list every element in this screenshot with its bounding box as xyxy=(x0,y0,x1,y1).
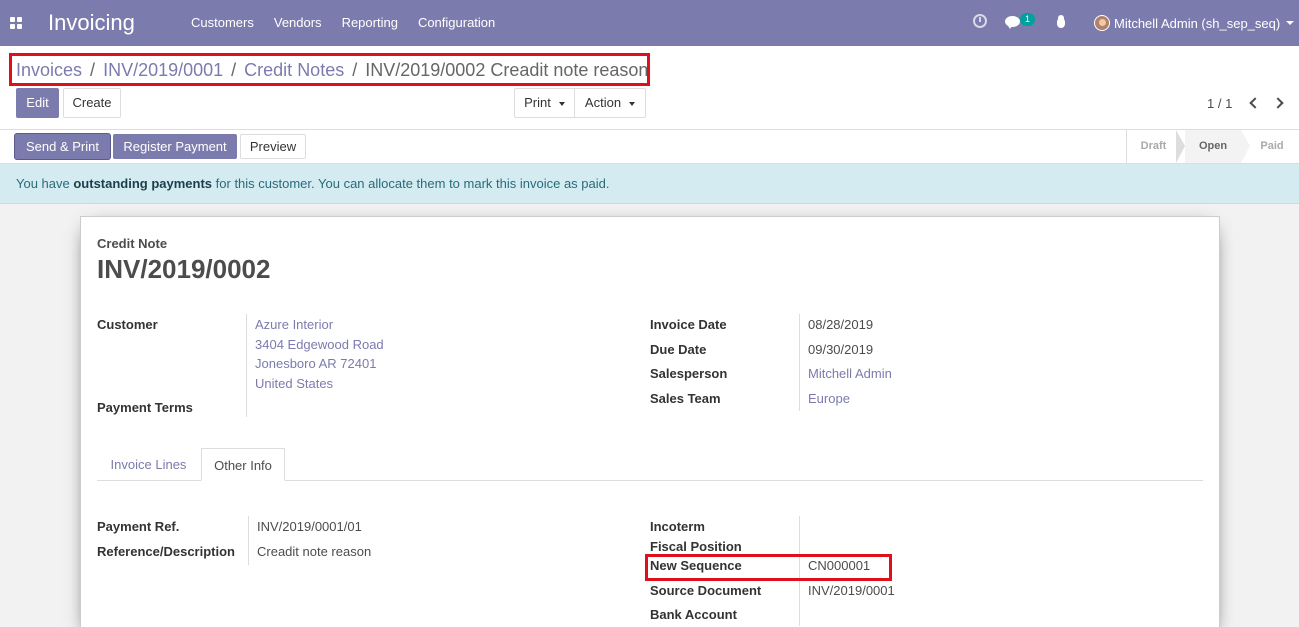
alert-bold: outstanding payments xyxy=(73,176,213,191)
salesperson-label: Salesperson xyxy=(650,366,728,381)
status-stage-paid[interactable]: Paid xyxy=(1250,130,1294,163)
send-print-button[interactable]: Send & Print xyxy=(15,134,110,159)
invoice-date-value: 08/28/2019 xyxy=(808,317,874,332)
menu-reporting[interactable]: Reporting xyxy=(342,15,398,30)
action-label: Action xyxy=(584,95,622,110)
customer-address-line2[interactable]: Jonesboro AR 72401 xyxy=(255,356,376,371)
alert-suffix: for this customer. You can allocate them… xyxy=(212,176,610,191)
field-divider xyxy=(246,314,247,417)
print-label: Print xyxy=(524,95,551,110)
debug-bug-icon[interactable] xyxy=(1055,15,1067,29)
menu-vendors[interactable]: Vendors xyxy=(274,15,322,30)
due-date-label: Due Date xyxy=(650,342,707,357)
status-stage-open: Open xyxy=(1185,130,1241,163)
caret-down-icon xyxy=(629,101,636,106)
document-type-label: Credit Note xyxy=(97,236,168,251)
customer-label: Customer xyxy=(97,317,158,332)
breadcrumb-highlight xyxy=(9,53,650,86)
stage-arrow xyxy=(1176,130,1185,163)
print-dropdown[interactable]: Print xyxy=(514,88,575,118)
field-divider xyxy=(799,314,800,411)
stage-arrow xyxy=(1241,130,1250,163)
alert-prefix: You have xyxy=(16,176,74,191)
chat-icon[interactable] xyxy=(1005,16,1020,29)
document-number: INV/2019/0002 xyxy=(97,254,271,284)
tab-other-info[interactable]: Other Info xyxy=(201,448,285,481)
field-divider xyxy=(248,516,249,565)
new-sequence-highlight xyxy=(645,554,892,581)
sales-team-link[interactable]: Europe xyxy=(808,391,850,406)
control-panel: Invoices / INV/2019/0001 / Credit Notes … xyxy=(0,46,1299,130)
pager-value: 1 / 1 xyxy=(1207,96,1233,111)
customer-name-link[interactable]: Azure Interior xyxy=(255,317,333,332)
outstanding-payments-alert: You have outstanding payments for this c… xyxy=(0,164,1299,204)
create-button[interactable]: Create xyxy=(63,88,121,118)
avatar[interactable] xyxy=(1094,15,1110,31)
fiscal-position-label: Fiscal Position xyxy=(650,539,742,554)
customer-address-country[interactable]: United States xyxy=(255,376,333,391)
caret-down-icon[interactable] xyxy=(1286,21,1294,25)
customer-address-line1[interactable]: 3404 Edgewood Road xyxy=(255,337,384,352)
tab-invoice-lines[interactable]: Invoice Lines xyxy=(97,448,200,481)
main-menu: Customers Vendors Reporting Configuratio… xyxy=(191,15,495,30)
app-title: Invoicing xyxy=(48,10,135,35)
incoterm-label: Incoterm xyxy=(650,519,705,534)
user-menu[interactable]: Mitchell Admin (sh_sep_seq) xyxy=(1114,16,1280,31)
bank-account-label: Bank Account xyxy=(650,607,737,622)
edit-button[interactable]: Edit xyxy=(16,88,59,118)
reference-description-value: Creadit note reason xyxy=(257,544,372,559)
status-bar: Send & Print Register Payment Preview Dr… xyxy=(0,130,1299,164)
payment-terms-label: Payment Terms xyxy=(97,400,193,415)
salesperson-link[interactable]: Mitchell Admin xyxy=(808,366,892,381)
preview-button[interactable]: Preview xyxy=(240,134,306,159)
form-sheet: Credit Note INV/2019/0002 Customer Azure… xyxy=(80,216,1220,627)
apps-grid-icon[interactable] xyxy=(10,17,22,29)
status-stage-draft[interactable]: Draft xyxy=(1126,130,1180,163)
source-document-value: INV/2019/0001 xyxy=(808,583,895,598)
pager-next-icon[interactable] xyxy=(1272,97,1284,109)
register-payment-button[interactable]: Register Payment xyxy=(113,134,237,159)
caret-down-icon xyxy=(558,101,565,106)
action-dropdown[interactable]: Action xyxy=(574,88,646,118)
reference-description-label: Reference/Description xyxy=(97,544,235,559)
payment-ref-value: INV/2019/0001/01 xyxy=(257,519,362,534)
activity-clock-icon[interactable] xyxy=(973,14,987,28)
invoice-date-label: Invoice Date xyxy=(650,317,727,332)
source-document-label: Source Document xyxy=(650,583,762,598)
menu-configuration[interactable]: Configuration xyxy=(418,15,495,30)
pager-previous-icon[interactable] xyxy=(1249,97,1261,109)
menu-customers[interactable]: Customers xyxy=(191,15,254,30)
chat-badge: 1 xyxy=(1020,13,1035,26)
payment-ref-label: Payment Ref. xyxy=(97,519,180,534)
top-navbar: Invoicing Customers Vendors Reporting Co… xyxy=(0,0,1299,46)
sales-team-label: Sales Team xyxy=(650,391,721,406)
due-date-value: 09/30/2019 xyxy=(808,342,874,357)
